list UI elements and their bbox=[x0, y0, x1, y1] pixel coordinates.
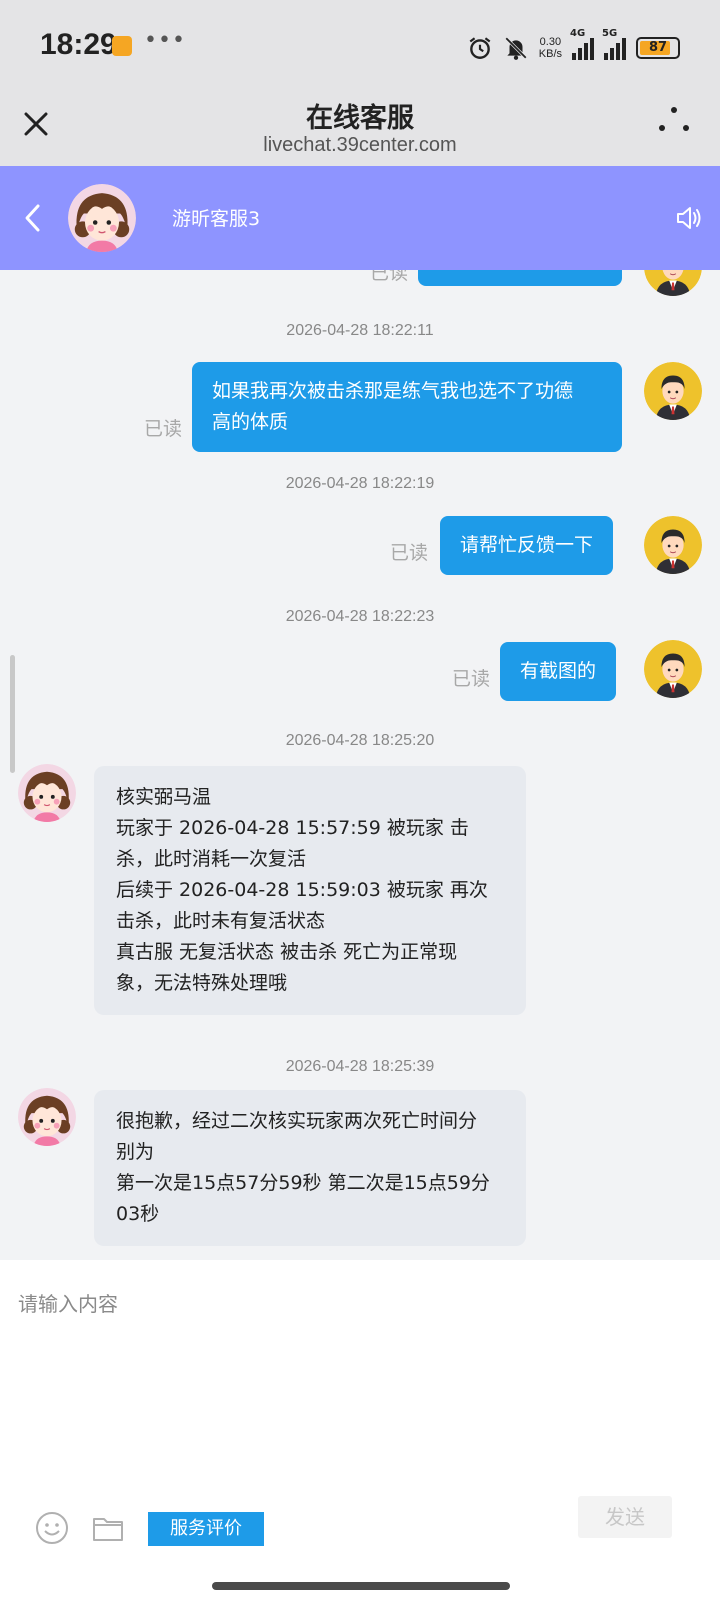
message-text-line: 玩家于 2026-04-28 15:57:59 被玩家 击 bbox=[116, 817, 469, 839]
net-speed-value: 0.30 bbox=[539, 36, 562, 48]
message-text-line: 有截图的 bbox=[520, 660, 597, 682]
message-text-line: 象，无法特殊处理哦 bbox=[116, 972, 288, 994]
message-bubble[interactable]: 有截图的 bbox=[500, 642, 617, 701]
signal-4g-icon: 4G bbox=[570, 28, 594, 60]
message-text-line: 第一次是15点57分59秒 第二次是15点59分 bbox=[116, 1172, 490, 1194]
user-avatar bbox=[644, 362, 702, 420]
battery-level: 87 bbox=[648, 40, 668, 55]
status-bar: 18:29 ••• 0.30 KB/s 4G 5G 87 bbox=[0, 0, 720, 90]
status-time: 18:29 bbox=[40, 28, 117, 61]
home-indicator[interactable] bbox=[212, 1582, 510, 1590]
user-avatar bbox=[644, 640, 702, 698]
read-status: 已读 bbox=[452, 668, 491, 690]
speaker-icon[interactable] bbox=[674, 204, 702, 232]
message-bubble[interactable]: 核实弼马温 玩家于 2026-04-28 15:57:59 被玩家 击 杀，此时… bbox=[94, 766, 526, 1015]
scrollbar[interactable] bbox=[10, 655, 15, 773]
user-avatar bbox=[644, 270, 702, 296]
rate-service-button[interactable]: 服务评价 bbox=[148, 1512, 264, 1546]
chat-messages[interactable]: 已读 2026-04-28 18:22:11 如果我再次被击杀那是练气我也选不了… bbox=[0, 270, 720, 1260]
more-notifications-icon: ••• bbox=[144, 28, 186, 53]
emoji-icon[interactable] bbox=[34, 1510, 70, 1546]
message-text-line: 高的体质 bbox=[212, 411, 289, 433]
agent-name: 游昕客服3 bbox=[172, 208, 261, 230]
message-text-line: 03秒 bbox=[116, 1203, 160, 1225]
message-input[interactable] bbox=[18, 1270, 698, 1430]
message-text-line: 核实弼马温 bbox=[116, 786, 212, 808]
send-button[interactable]: 发送 bbox=[578, 1496, 672, 1538]
chat-header: 游昕客服3 bbox=[0, 166, 720, 270]
network-speed: 0.30 KB/s bbox=[539, 36, 562, 60]
agent-avatar bbox=[18, 764, 76, 822]
agent-avatar bbox=[18, 1088, 76, 1146]
signal-4g-label: 4G bbox=[570, 28, 586, 39]
battery-icon: 87 bbox=[636, 37, 680, 59]
folder-icon[interactable] bbox=[92, 1514, 124, 1542]
message-text-line: 杀，此时消耗一次复活 bbox=[116, 848, 307, 870]
read-status: 已读 bbox=[390, 542, 429, 564]
net-speed-unit: KB/s bbox=[538, 48, 562, 60]
message-text-line: 很抱歉，经过二次核实玩家两次死亡时间分 bbox=[116, 1110, 478, 1132]
back-arrow-icon[interactable] bbox=[22, 202, 44, 234]
message-text-line: 请帮忙反馈一下 bbox=[460, 534, 594, 556]
message-text-line: 真古服 无复活状态 被击杀 死亡为正常现 bbox=[116, 941, 458, 963]
partial-message-bubble bbox=[418, 270, 622, 286]
signal-5g-label: 5G bbox=[602, 28, 618, 39]
message-text-line: 如果我再次被击杀那是练气我也选不了功德 bbox=[212, 380, 574, 402]
message-bubble[interactable]: 如果我再次被击杀那是练气我也选不了功德 高的体质 bbox=[192, 362, 622, 452]
browser-toolbar: 在线客服 livechat.39center.com bbox=[0, 90, 720, 166]
message-bubble[interactable]: 很抱歉，经过二次核实玩家两次死亡时间分 别为 第一次是15点57分59秒 第二次… bbox=[94, 1090, 526, 1246]
read-status: 已读 bbox=[370, 270, 409, 284]
agent-avatar bbox=[68, 184, 136, 252]
message-timestamp: 2026-04-28 18:25:20 bbox=[285, 732, 435, 749]
mute-bell-icon bbox=[504, 37, 527, 60]
page-title: 在线客服 bbox=[306, 103, 414, 134]
user-avatar bbox=[644, 516, 702, 574]
notification-app-icon bbox=[112, 36, 132, 56]
page-url: livechat.39center.com bbox=[263, 134, 457, 156]
status-icons: 0.30 KB/s 4G 5G 87 bbox=[467, 28, 680, 62]
more-options-icon[interactable] bbox=[654, 102, 694, 138]
message-text-line: 后续于 2026-04-28 15:59:03 被玩家 再次 bbox=[116, 879, 488, 901]
message-timestamp: 2026-04-28 18:22:23 bbox=[285, 608, 435, 625]
alarm-icon bbox=[469, 37, 491, 59]
message-bubble[interactable]: 请帮忙反馈一下 bbox=[440, 516, 614, 575]
read-status: 已读 bbox=[144, 418, 183, 440]
signal-5g-icon: 5G bbox=[602, 28, 626, 60]
message-timestamp: 2026-04-28 18:22:19 bbox=[285, 475, 435, 492]
composer: 服务评价 发送 bbox=[0, 1260, 720, 1602]
message-timestamp: 2026-04-28 18:25:39 bbox=[285, 1058, 435, 1075]
message-text-line: 别为 bbox=[116, 1141, 155, 1163]
message-timestamp: 2026-04-28 18:22:11 bbox=[286, 322, 434, 339]
message-text-line: 击杀，此时未有复活状态 bbox=[116, 910, 326, 932]
